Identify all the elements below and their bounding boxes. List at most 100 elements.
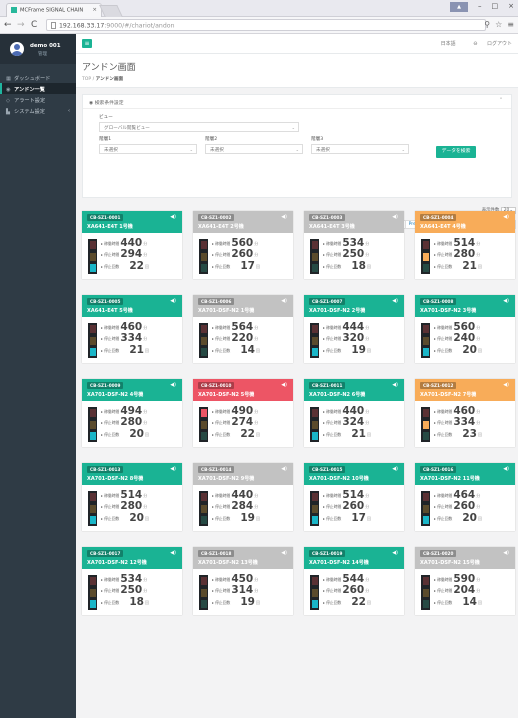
stop-count-label: 停止回数: [437, 264, 453, 269]
signal-green: [422, 348, 429, 356]
user-name: demo 001: [30, 43, 61, 49]
andon-card[interactable]: CB-SZ1-0002 ◀) XA641-E4T 2号機 ▸ 稼働時間560分 ▸ 停止…: [193, 211, 293, 279]
stop-count-label: 停止回数: [104, 432, 120, 437]
view-select[interactable]: グローバル閲覧ビュー ⌄: [99, 122, 299, 132]
stop-time-label: 停止時間: [215, 336, 231, 341]
speaker-icon[interactable]: ◀): [503, 466, 509, 472]
speaker-icon[interactable]: ◀): [392, 214, 398, 220]
unit-min: 分: [143, 252, 148, 257]
signal-green: [200, 264, 207, 272]
speaker-icon[interactable]: ◀): [392, 298, 398, 304]
logout-link[interactable]: ⊖ ログアウト: [465, 41, 512, 47]
collapse-icon[interactable]: ⌃: [499, 98, 503, 103]
speaker-icon[interactable]: ◀): [281, 466, 287, 472]
stop-time-value: 320: [342, 332, 365, 344]
unit-min: 分: [365, 588, 370, 593]
speaker-icon[interactable]: ◀): [503, 214, 509, 220]
close-window-button[interactable]: ×: [508, 2, 514, 12]
run-time-label: 稼働時間: [437, 241, 453, 246]
sidebar-item-dashboard[interactable]: ▦ ダッシュボード: [0, 72, 76, 83]
forward-arrow-icon[interactable]: →: [17, 20, 25, 30]
speaker-icon[interactable]: ◀): [281, 214, 287, 220]
view-select-value: グローバル閲覧ビュー: [104, 126, 150, 131]
andon-card[interactable]: CB-SZ1-0017 ◀) XA701-DSF-N2 12号機 ▸ 稼働時間534分…: [82, 547, 182, 615]
andon-card[interactable]: CB-SZ1-0014 ◀) XA701-DSF-N2 9号機 ▸ 稼働時間440分 ▸…: [193, 463, 293, 531]
bookmark-star-icon[interactable]: ☆: [495, 20, 502, 29]
signal-green: [89, 264, 96, 272]
hierarchy3-select[interactable]: 未選択 ⌄: [311, 144, 409, 154]
speaker-icon[interactable]: ◀): [392, 382, 398, 388]
andon-card[interactable]: CB-SZ1-0001 ◀) XA641-E4T 1号機 ▸ 稼働時間440分 ▸ 停止…: [82, 211, 182, 279]
andon-card[interactable]: CB-SZ1-0003 ◀) XA641-E4T 3号機 ▸ 稼働時間534分 ▸ 停止…: [304, 211, 404, 279]
tab-close-icon[interactable]: ×: [92, 7, 97, 13]
speaker-icon[interactable]: ◀): [503, 298, 509, 304]
browser-tab[interactable]: MCFrame SIGNAL CHAIN ×: [6, 3, 102, 17]
hamburger-menu-button[interactable]: ≡: [82, 39, 92, 48]
unit-min: 分: [476, 336, 481, 341]
reload-icon[interactable]: C: [31, 20, 37, 30]
minimize-button[interactable]: –: [478, 2, 482, 12]
speaker-icon[interactable]: ◀): [170, 298, 176, 304]
speaker-icon[interactable]: ◀): [503, 382, 509, 388]
speaker-icon[interactable]: ◀): [392, 466, 398, 472]
breadcrumb-top[interactable]: TOP: [82, 77, 91, 82]
page-heading: アンドン画面 TOP / アンドン画面: [76, 54, 518, 88]
signal-red: [311, 241, 318, 249]
profile-icon[interactable]: ▲: [450, 2, 468, 12]
speaker-icon[interactable]: ◀): [281, 550, 287, 556]
andon-card[interactable]: CB-SZ1-0005 ◀) XA641-E4T 5号機 ▸ 稼働時間460分 ▸ 停止…: [82, 295, 182, 363]
hierarchy2-select[interactable]: 未選択 ⌄: [205, 144, 303, 154]
stop-time-value: 324: [342, 416, 365, 428]
search-button[interactable]: データを検索: [436, 146, 476, 158]
andon-card[interactable]: CB-SZ1-0006 ◀) XA701-DSF-N2 1号機 ▸ 稼働時間564分 ▸…: [193, 295, 293, 363]
andon-card[interactable]: CB-SZ1-0015 ◀) XA701-DSF-N2 10号機 ▸ 稼働時間514分…: [304, 463, 404, 531]
speaker-icon[interactable]: ◀): [170, 214, 176, 220]
speaker-icon[interactable]: ◀): [170, 382, 176, 388]
hierarchy1-select[interactable]: 未選択 ⌄: [99, 144, 197, 154]
andon-card[interactable]: CB-SZ1-0011 ◀) XA701-DSF-N2 6号機 ▸ 稼働時間440分 ▸…: [304, 379, 404, 447]
back-arrow-icon[interactable]: ←: [4, 20, 12, 30]
stop-time-value: 280: [453, 248, 476, 260]
chevron-left-icon: ‹: [68, 108, 70, 114]
andon-card[interactable]: CB-SZ1-0020 ◀) XA701-DSF-N2 15号機 ▸ 稼働時間590分…: [415, 547, 515, 615]
andon-card[interactable]: CB-SZ1-0012 ◀) XA701-DSF-N2 7号機 ▸ 稼働時間460分 ▸…: [415, 379, 515, 447]
signal-yellow: [200, 336, 207, 345]
unit-min: 分: [254, 409, 259, 414]
signal-yellow: [200, 504, 207, 513]
andon-card[interactable]: CB-SZ1-0018 ◀) XA701-DSF-N2 13号機 ▸ 稼働時間450分…: [193, 547, 293, 615]
stop-count-metric: ▸ 停止回数 19回: [212, 596, 260, 608]
stop-count-metric: ▸ 停止回数 22回: [323, 596, 371, 608]
speaker-icon[interactable]: ◀): [392, 550, 398, 556]
stop-count-label: 停止回数: [326, 264, 342, 269]
signal-red: [422, 577, 429, 585]
speaker-icon[interactable]: ◀): [281, 298, 287, 304]
andon-card[interactable]: CB-SZ1-0010 ◀) XA701-DSF-N2 5号機 ▸ 稼働時間490分 ▸…: [193, 379, 293, 447]
andon-card[interactable]: CB-SZ1-0019 ◀) XA701-DSF-N2 14号機 ▸ 稼働時間544分…: [304, 547, 404, 615]
run-time-label: 稼働時間: [437, 325, 453, 330]
language-link[interactable]: 日本語: [441, 41, 456, 47]
menu-icon[interactable]: ≡: [507, 20, 514, 29]
stop-time-value: 260: [342, 500, 365, 512]
stop-count-label: 停止回数: [215, 348, 231, 353]
speaker-icon[interactable]: ◀): [503, 550, 509, 556]
logout-label: ログアウト: [486, 41, 512, 47]
new-tab-button[interactable]: [99, 5, 123, 17]
stop-count-label: 停止回数: [437, 600, 453, 605]
andon-card[interactable]: CB-SZ1-0016 ◀) XA701-DSF-N2 11号機 ▸ 稼働時間464分…: [415, 463, 515, 531]
andon-card[interactable]: CB-SZ1-0008 ◀) XA701-DSF-N2 3号機 ▸ 稼働時間560分 ▸…: [415, 295, 515, 363]
speaker-icon[interactable]: ◀): [281, 382, 287, 388]
zoom-icon[interactable]: ⚲: [484, 20, 490, 29]
andon-card[interactable]: CB-SZ1-0013 ◀) XA701-DSF-N2 8号機 ▸ 稼働時間514分 ▸…: [82, 463, 182, 531]
speaker-icon[interactable]: ◀): [170, 466, 176, 472]
maximize-button[interactable]: □: [492, 2, 499, 12]
user-profile[interactable]: demo 001 管理: [0, 34, 76, 64]
sidebar-item-system-settings[interactable]: ▙ システム設定 ‹: [0, 105, 76, 116]
sidebar-item-alert-settings[interactable]: ◇ アラート設定: [0, 94, 76, 105]
sidebar-item-andon-list[interactable]: ◉ アンドン一覧: [0, 83, 76, 94]
andon-card[interactable]: CB-SZ1-0007 ◀) XA701-DSF-N2 2号機 ▸ 稼働時間444分 ▸…: [304, 295, 404, 363]
panel-header[interactable]: ◉ 検索条件設定 ⌃: [83, 95, 511, 109]
speaker-icon[interactable]: ◀): [170, 550, 176, 556]
andon-card[interactable]: CB-SZ1-0004 ◀) XA641-E4T 4号機 ▸ 稼働時間514分 ▸ 停止…: [415, 211, 515, 279]
andon-card[interactable]: CB-SZ1-0009 ◀) XA701-DSF-N2 4号機 ▸ 稼働時間494分 ▸…: [82, 379, 182, 447]
address-bar[interactable]: 192.168.33.17:9000/#/chariot/andon: [46, 19, 486, 31]
